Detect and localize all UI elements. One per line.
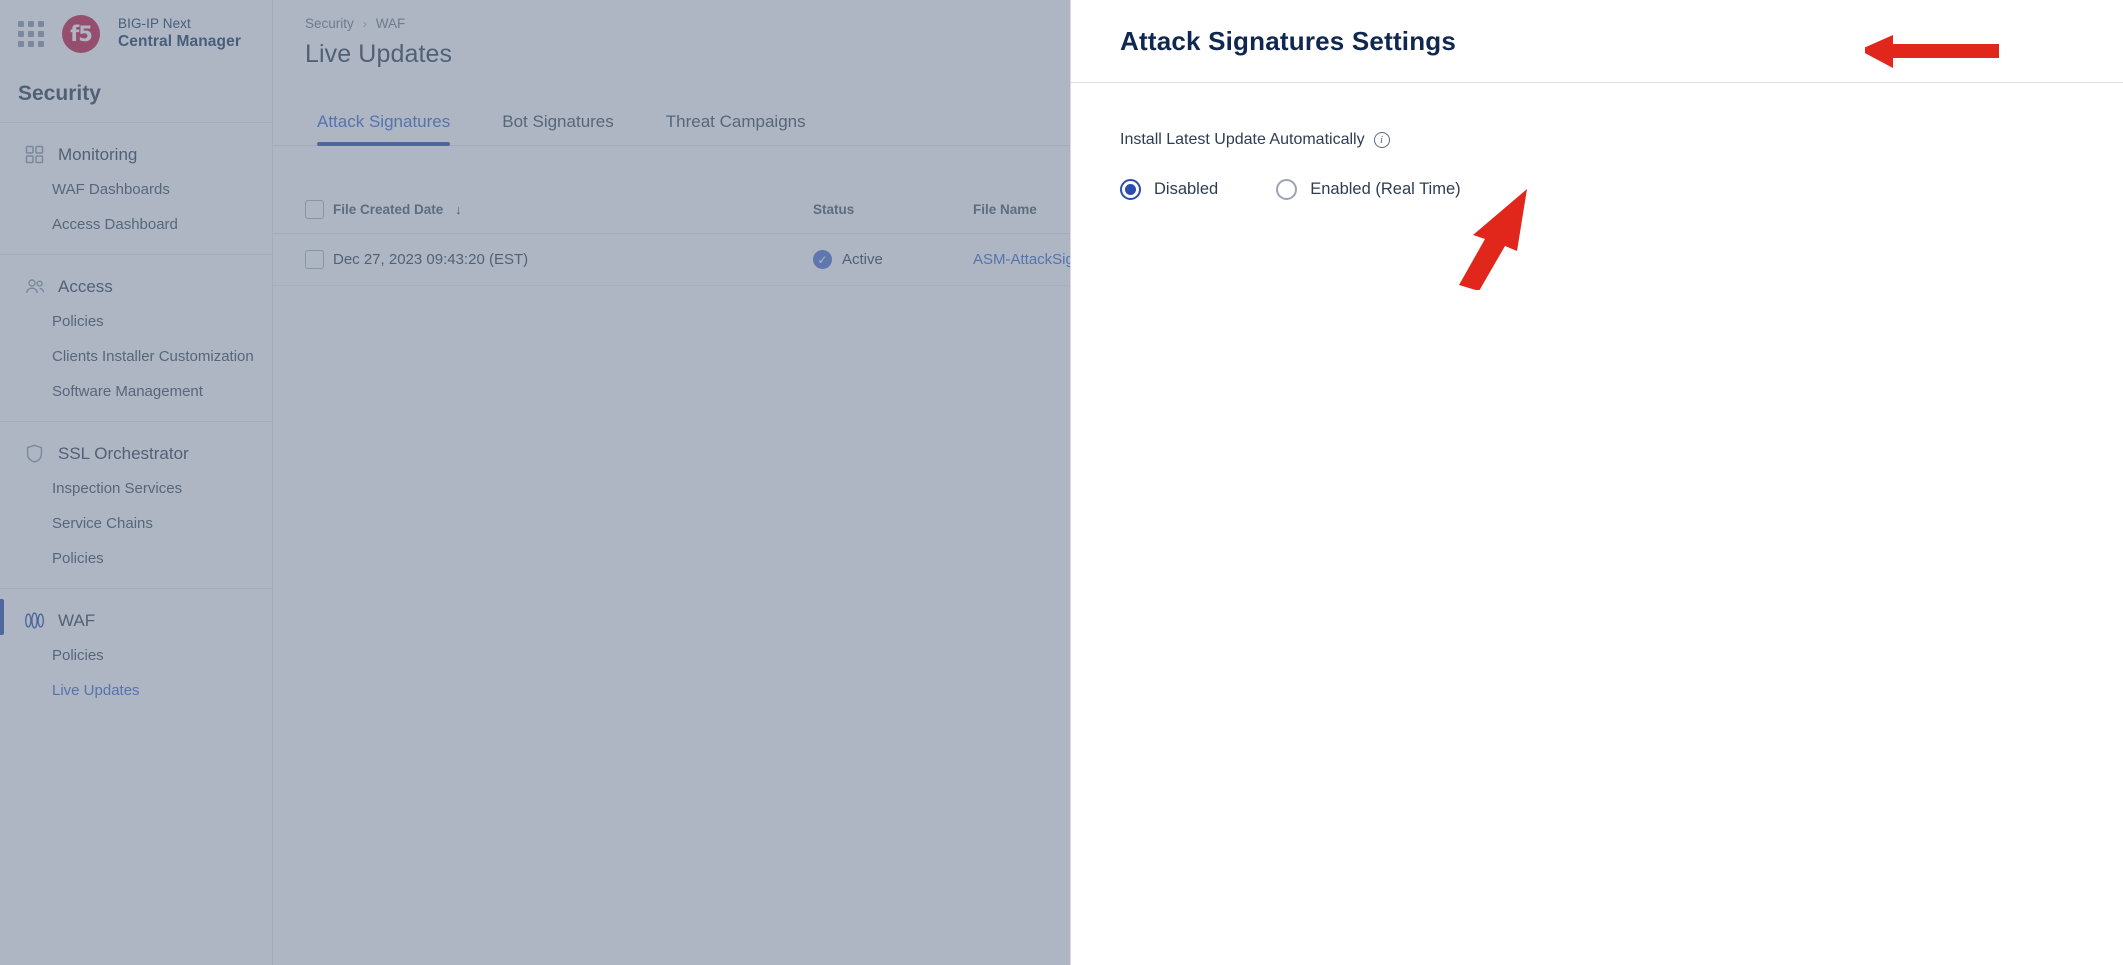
panel-title: Attack Signatures Settings: [1120, 25, 1457, 56]
info-icon[interactable]: i: [1373, 132, 1390, 148]
panel-body: Install Latest Update Automatically i Di…: [1071, 83, 2123, 200]
radio-disabled-label: Disabled: [1154, 180, 1219, 198]
app-root: f5 BIG-IP Next Central Manager Security: [0, 0, 2123, 965]
install-update-radio-group: Disabled Enabled (Real Time): [1120, 179, 2123, 200]
radio-disabled-input[interactable]: [1120, 179, 1141, 200]
radio-enabled-input[interactable]: [1276, 179, 1298, 200]
attack-signatures-settings-panel: Attack Signatures Settings Install Lates…: [1070, 0, 2123, 965]
panel-header: Attack Signatures Settings: [1071, 0, 2123, 83]
radio-option-enabled-real-time[interactable]: Enabled (Real Time): [1276, 179, 1461, 200]
radio-enabled-label: Enabled (Real Time): [1310, 180, 1461, 198]
radio-option-disabled[interactable]: Disabled: [1120, 179, 1218, 200]
field-label-text: Install Latest Update Automatically: [1120, 131, 1365, 148]
install-latest-update-label: Install Latest Update Automatically i: [1120, 131, 2123, 149]
modal-backdrop-overlay[interactable]: [0, 0, 1070, 965]
